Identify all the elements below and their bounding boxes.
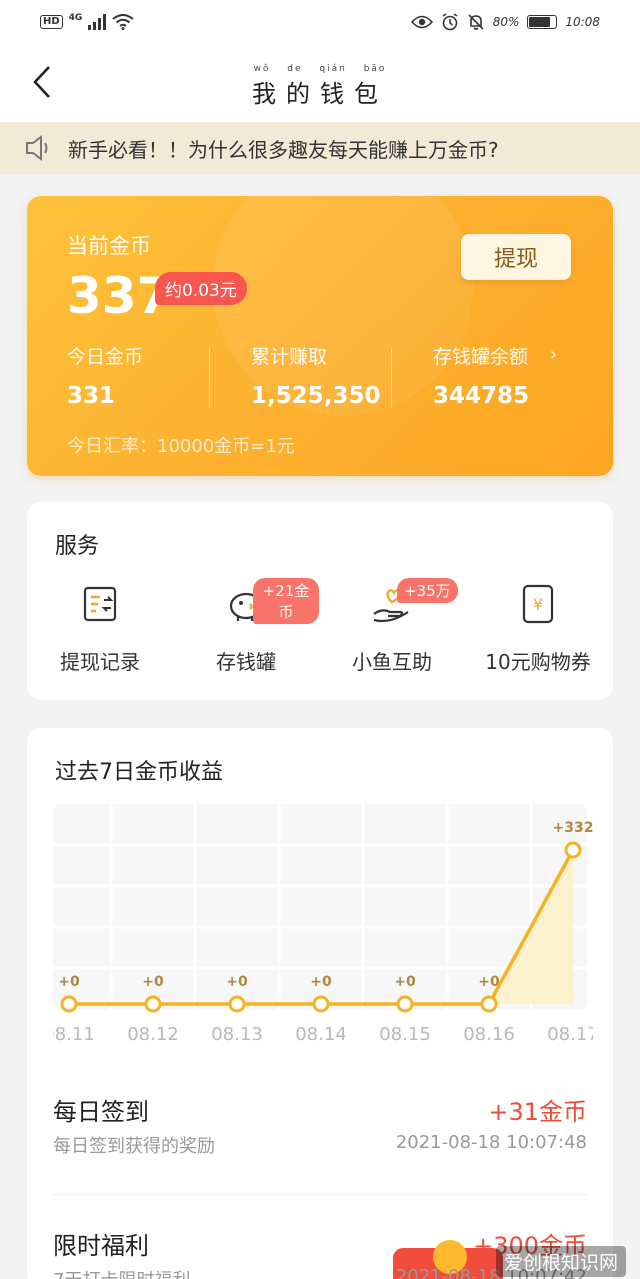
service-label: 小鱼互助 xyxy=(352,650,432,674)
chart-point xyxy=(144,995,162,1013)
record-subtitle: 7天打卡限时福利 xyxy=(53,1266,190,1279)
service-withdraw-record[interactable]: 提现记录 xyxy=(27,582,173,675)
network-label: 4G xyxy=(68,13,83,23)
earnings-chart: +0 08.11 +0 08.12 +0 08.13 +0 08.14 +0 08.15 +0 08.… xyxy=(43,804,617,1074)
header: wǒ de qián bāo 我的钱包 xyxy=(0,44,640,122)
chart-x-tick: 08.15 xyxy=(379,1024,431,1045)
chevron-right-icon: › xyxy=(549,344,558,365)
hd-badge: HD xyxy=(40,15,63,29)
service-coupon[interactable]: ¥ 10元购物券 xyxy=(465,582,611,675)
coupon-icon: ¥ xyxy=(516,582,560,626)
stat-divider xyxy=(391,348,392,408)
chart-data-label: +0 xyxy=(142,974,164,990)
status-time: 10:08 xyxy=(565,15,600,29)
status-right: 80% 10:08 xyxy=(410,13,600,31)
chart-point xyxy=(228,995,246,1013)
chart-data-label: +0 xyxy=(394,974,416,990)
chart-point xyxy=(60,995,78,1013)
watermark: 爱创根知识网 xyxy=(495,1246,626,1277)
mute-bell-icon xyxy=(468,14,484,30)
notice-text: 新手必看！！为什么很多趣友每天能赚上万金币? xyxy=(68,137,499,162)
title-pinyin: wǒ de qián bāo xyxy=(253,64,387,74)
alarm-icon xyxy=(442,13,458,31)
speaker-icon xyxy=(26,135,48,161)
stat-total-earned: 累计赚取 1,525,350 xyxy=(251,342,381,409)
withdraw-button[interactable]: 提现 xyxy=(461,234,571,280)
chart-x-tick: 08.11 xyxy=(53,1024,95,1045)
services-title: 服务 xyxy=(55,534,100,559)
chart-data-label: +0 xyxy=(478,974,500,990)
stat-value: 331 xyxy=(67,383,116,409)
chart-point xyxy=(396,995,414,1013)
battery-icon xyxy=(527,15,558,29)
chart-point xyxy=(312,995,330,1013)
exchange-rate: 今日汇率：10000金币=1元 xyxy=(67,436,295,457)
chart-point xyxy=(480,995,498,1013)
eye-icon xyxy=(410,15,433,29)
coin-stats: 今日金币 331 累计赚取 1,525,350 存钱罐余额 344785 › xyxy=(67,342,573,412)
stat-value: 344785 xyxy=(433,383,530,409)
service-label: 10元购物券 xyxy=(485,650,591,674)
record-title: 每日签到 xyxy=(53,1098,149,1126)
chart-x-tick: 08.14 xyxy=(295,1024,347,1045)
chart-data-label: +0 xyxy=(58,974,80,990)
status-bar: HD 4G 80% 10:08 xyxy=(0,0,640,44)
record-title: 限时福利 xyxy=(53,1232,149,1260)
record-amount: +31金币 xyxy=(488,1098,587,1126)
chart-x-tick: 08.12 xyxy=(127,1024,179,1045)
chart-data-label: +0 xyxy=(310,974,332,990)
stat-piggy-balance[interactable]: 存钱罐余额 344785 › xyxy=(433,342,557,409)
stat-label: 存钱罐余额 xyxy=(433,346,529,368)
stat-today-coins: 今日金币 331 xyxy=(67,342,143,409)
chart-x-tick: 08.13 xyxy=(211,1024,263,1045)
record-subtitle: 每日签到获得的奖励 xyxy=(53,1136,215,1157)
stat-label: 累计赚取 xyxy=(251,346,328,368)
stat-label: 今日金币 xyxy=(67,346,144,368)
earnings-chart-svg: +0 08.11 +0 08.12 +0 08.13 +0 08.14 +0 08.15 +0 08.… xyxy=(43,804,617,1045)
battery-fill xyxy=(529,17,550,27)
service-label: 提现记录 xyxy=(60,650,140,674)
rmb-estimate-badge: 约0.03元 xyxy=(155,272,247,305)
signal-icon xyxy=(88,14,107,30)
service-fish-mutual-aid[interactable]: +35万 小鱼互助 xyxy=(319,578,465,675)
service-piggy-bank[interactable]: +21金币 存钱罐 xyxy=(173,578,319,675)
chart-data-label: +0 xyxy=(226,974,248,990)
chart-point xyxy=(564,841,582,859)
service-badge: +35万 xyxy=(397,578,458,603)
service-badge: +21金币 xyxy=(253,578,319,624)
services-card: 服务 提现记录 +21金币 存钱罐 +35万 小鱼互助 ¥ 10元购物券 xyxy=(27,502,613,700)
earnings-card: 过去7日金币收益 +0 08.11 +0 08.12 +0 08.13 +0 08.14 +0 0… xyxy=(27,728,617,1279)
service-label: 存钱罐 xyxy=(216,650,276,674)
current-coins-label: 当前金币 xyxy=(67,234,151,258)
svg-text:¥: ¥ xyxy=(533,595,543,614)
earnings-title: 过去7日金币收益 xyxy=(55,760,223,785)
chart-x-tick: 08.16 xyxy=(463,1024,515,1045)
status-left: HD 4G xyxy=(40,13,134,30)
notice-banner[interactable]: 新手必看！！为什么很多趣友每天能赚上万金币? xyxy=(0,122,640,174)
chart-data-label: +332 xyxy=(553,820,593,836)
stat-divider xyxy=(209,348,210,408)
battery-percent: 80% xyxy=(492,15,520,29)
record-time: 2021-08-18 10:07:48 xyxy=(395,1132,587,1153)
withdraw-record-icon xyxy=(78,582,122,626)
chart-x-tick: 08.17 xyxy=(547,1024,593,1045)
stat-value: 1,525,350 xyxy=(251,383,381,409)
record-divider xyxy=(53,1194,587,1195)
coin-card: 当前金币 337 约0.03元 提现 今日金币 331 累计赚取 1,525,3… xyxy=(27,196,613,476)
wifi-icon xyxy=(112,14,134,30)
page-title: 我的钱包 xyxy=(252,80,388,108)
